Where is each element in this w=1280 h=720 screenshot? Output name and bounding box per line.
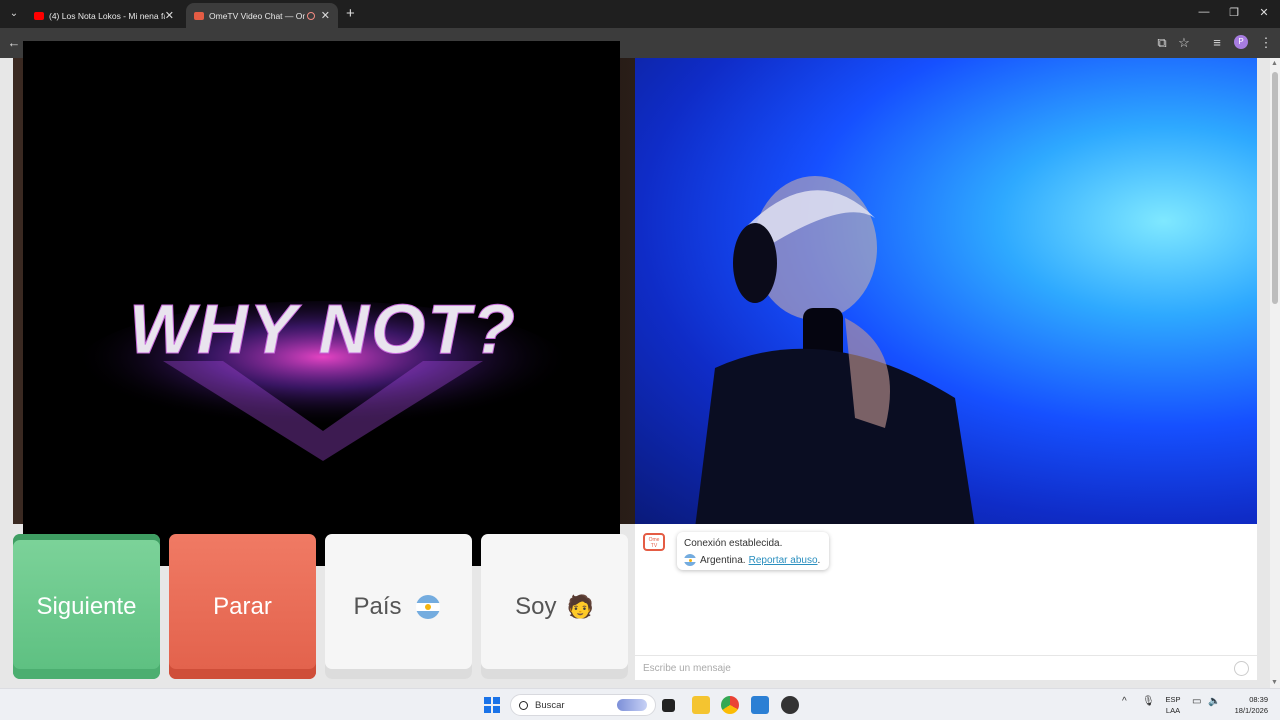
chat-panel: Ome TV Conexión establecida. Argentina. … (635, 524, 1257, 680)
clock-date: 18/1/2026 (1234, 706, 1268, 715)
bookmark-star-icon[interactable]: ☆ (1176, 35, 1192, 51)
tab-youtube[interactable]: (4) Los Nota Lokos - Mi nena fa ✕ (26, 3, 182, 28)
floating-video-player[interactable]: WHY NOT? (23, 41, 620, 566)
search-highlight-icon (617, 699, 647, 711)
page-scrollbar[interactable]: ▲ ▼ (1270, 58, 1280, 688)
back-arrow-icon[interactable]: ← (6, 35, 22, 50)
tab-strip: ⌄ (4) Los Nota Lokos - Mi nena fa ✕ OmeT… (0, 0, 1280, 28)
scroll-thumb[interactable] (1272, 72, 1278, 304)
next-label: Siguiente (36, 592, 137, 620)
close-tab-icon[interactable]: ✕ (321, 9, 330, 22)
why-not-text: WHY NOT? (129, 290, 517, 368)
stop-label: Parar (213, 592, 272, 620)
more-menu-icon[interactable]: ⋮ (1258, 35, 1274, 51)
why-not-artwork: WHY NOT? (73, 290, 573, 461)
system-message: Conexión establecida. Argentina. Reporta… (677, 532, 829, 570)
cast-icon[interactable]: ⧉ (1154, 35, 1170, 51)
file-explorer-icon[interactable] (692, 696, 710, 714)
tray-chevron-icon[interactable]: ^ (1122, 696, 1127, 707)
argentina-flag-icon (684, 554, 696, 566)
microphone-icon[interactable]: 🎙 (1142, 696, 1155, 707)
windows-taskbar: Buscar ^ 🎙 ESP LAA ▭ 🔈 08:39 18/1/2026 (0, 688, 1280, 720)
recording-indicator-icon (306, 11, 315, 20)
person-emoji-icon: 🧑 (566, 593, 594, 619)
next-button[interactable]: Siguiente (13, 534, 160, 679)
gender-selector-button[interactable]: Soy 🧑 (481, 534, 628, 679)
task-view-icon[interactable] (662, 699, 675, 712)
new-tab-button[interactable]: + (346, 5, 355, 22)
partner-country: Argentina. (700, 554, 746, 566)
country-label: País (353, 592, 402, 620)
volume-icon[interactable]: 🔈 (1208, 696, 1220, 707)
search-placeholder: Buscar (535, 699, 565, 711)
country-selector-button[interactable]: País (325, 534, 472, 679)
language-indicator[interactable]: ESP LAA (1162, 694, 1184, 716)
maximize-button[interactable]: ❐ (1224, 6, 1244, 19)
windows-start-icon[interactable] (484, 697, 500, 713)
minimize-button[interactable]: — (1194, 6, 1214, 18)
lang-code: ESP (1165, 695, 1181, 704)
argentina-flag-icon (415, 594, 440, 619)
tab-search-chevron-icon[interactable]: ⌄ (6, 6, 22, 22)
close-window-button[interactable]: ✕ (1254, 6, 1274, 19)
message-input[interactable]: Escribe un mensaje (635, 655, 1257, 680)
partner-video (635, 58, 1257, 524)
scroll-down-icon[interactable]: ▼ (1271, 679, 1278, 686)
app-window-icon[interactable] (751, 696, 769, 714)
partner-silhouette (695, 176, 975, 524)
app-record-icon[interactable] (781, 696, 799, 714)
ometv-logo-icon: Ome TV (643, 533, 665, 551)
profile-avatar[interactable]: P (1234, 35, 1248, 49)
media-controls-icon[interactable]: ≡ (1209, 35, 1225, 50)
ometv-favicon-icon (194, 11, 204, 20)
stop-button[interactable]: Parar (169, 534, 316, 679)
search-icon (519, 700, 528, 710)
tab-ometv[interactable]: OmeTV Video Chat — Ome ✕ (186, 3, 338, 28)
message-placeholder: Escribe un mensaje (643, 663, 731, 674)
gender-label: Soy (515, 592, 557, 620)
network-icon[interactable]: ▭ (1192, 696, 1201, 707)
connection-status: Conexión establecida. (684, 538, 783, 549)
report-suffix: . (817, 554, 821, 566)
taskbar-search[interactable]: Buscar (510, 694, 656, 716)
lang-layout: LAA (1165, 706, 1181, 715)
ometv-logo-text: Ome TV (648, 537, 660, 549)
report-abuse-link[interactable]: Reportar abuso (749, 555, 818, 566)
close-tab-icon[interactable]: ✕ (165, 9, 174, 22)
chrome-icon[interactable] (721, 696, 739, 714)
youtube-favicon-icon (34, 11, 44, 20)
scroll-up-icon[interactable]: ▲ (1271, 60, 1278, 67)
tab-title: (4) Los Nota Lokos - Mi nena fa (49, 10, 165, 21)
system-clock[interactable]: 08:39 18/1/2026 (1228, 694, 1268, 716)
emoji-picker-icon[interactable] (1234, 661, 1249, 676)
clock-time: 08:39 (1249, 695, 1268, 704)
tab-title: OmeTV Video Chat — Ome (209, 10, 305, 21)
